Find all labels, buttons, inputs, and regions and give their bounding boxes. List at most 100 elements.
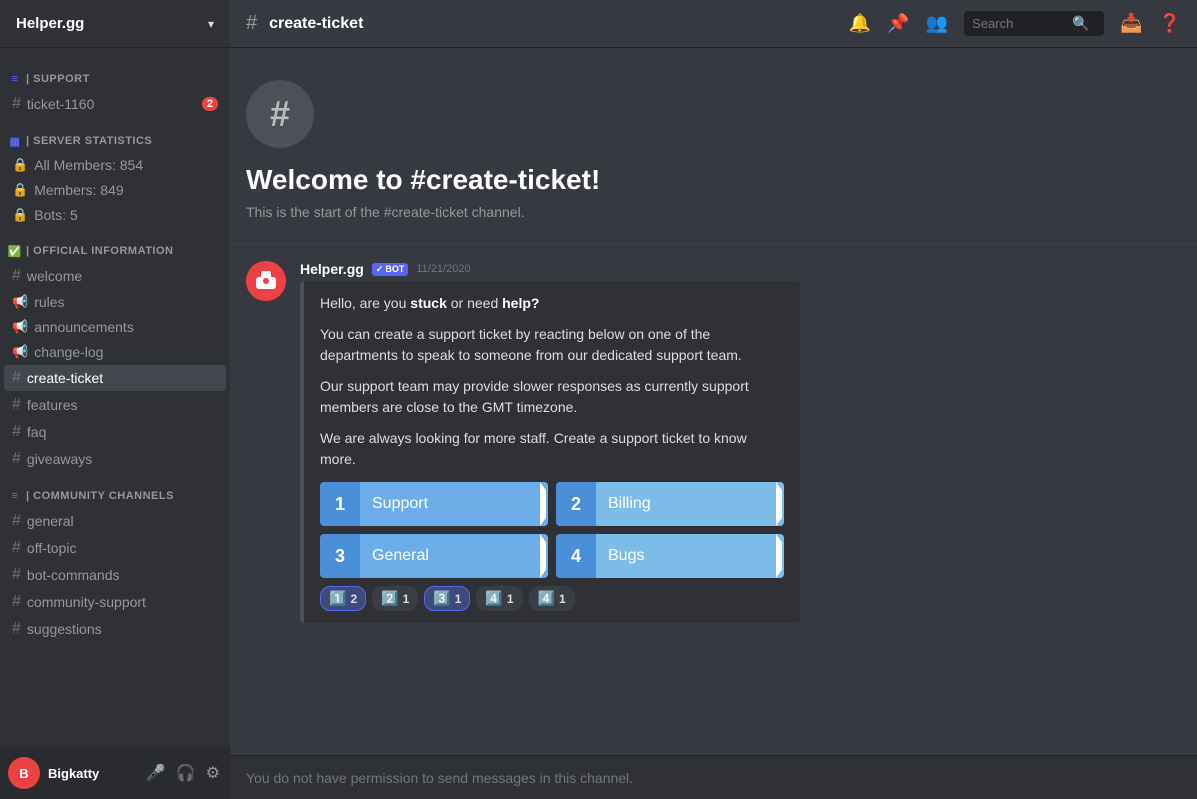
channel-create-ticket[interactable]: # create-ticket <box>4 365 226 391</box>
channel-ticket-1160[interactable]: # ticket-1160 2 <box>4 91 226 117</box>
channel-features[interactable]: # features <box>4 392 226 418</box>
embed-line2: You can create a support ticket by react… <box>320 324 784 366</box>
checkmark-icon: ✅ <box>8 244 22 258</box>
channel-community-support[interactable]: # community-support <box>4 589 226 615</box>
bell-icon[interactable]: 🔔 <box>849 13 871 34</box>
reaction-1[interactable]: 1️⃣ 2 <box>320 586 366 611</box>
category-server-statistics: ▦ | SERVER STATISTICS <box>0 118 230 152</box>
no-permission-bar: You do not have permission to send messa… <box>230 755 1197 799</box>
members-icon[interactable]: 👥 <box>926 13 948 34</box>
channel-announcements[interactable]: 📢 announcements <box>4 315 226 339</box>
channel-list: ≡ | SUPPORT # ticket-1160 2 ▦ | SERVER S… <box>0 48 230 747</box>
topbar: # create-ticket 🔔 📌 👥 🔍 📥 ❓ <box>230 0 1197 48</box>
channel-suggestions[interactable]: # suggestions <box>4 616 226 642</box>
hash-icon: # <box>12 450 21 468</box>
settings-icon[interactable]: ⚙ <box>204 761 222 785</box>
channel-bot-commands[interactable]: # bot-commands <box>4 562 226 588</box>
channel-general[interactable]: # general <box>4 508 226 534</box>
message-author: Helper.gg <box>300 261 364 277</box>
hash-icon: # <box>12 620 21 638</box>
server-header[interactable]: Helper.gg ▾ <box>0 0 230 48</box>
lock-icon: 🔒 <box>12 207 28 223</box>
support-btn-3[interactable]: 3 General <box>320 534 548 578</box>
stat-all-members: 🔒 All Members: 854 <box>4 153 226 177</box>
chevron-down-icon: ▾ <box>208 17 214 31</box>
embed-line3: Our support team may provide slower resp… <box>320 376 784 418</box>
hash-icon: # <box>12 593 21 611</box>
community-category-icon: ≡ <box>8 489 22 503</box>
hash-icon: # <box>12 396 21 414</box>
welcome-channel-icon: # <box>246 80 314 148</box>
help-icon[interactable]: ❓ <box>1159 13 1181 34</box>
search-icon: 🔍 <box>1072 15 1089 32</box>
pin-icon[interactable]: 📌 <box>887 13 909 34</box>
message-embed: Hello, are you stuck or need help? You c… <box>300 281 800 623</box>
inbox-icon[interactable]: 📥 <box>1120 13 1142 34</box>
hash-icon: # <box>12 566 21 584</box>
stats-category-icon: ▦ <box>8 134 22 148</box>
hash-icon: # <box>12 267 21 285</box>
channel-welcome-section: # Welcome to #create-ticket! This is the… <box>230 48 1197 245</box>
search-bar[interactable]: 🔍 <box>964 11 1104 36</box>
messages-list: Helper.gg ✓ BOT 11/21/2020 Hello, are yo… <box>230 245 1197 755</box>
announcement-icon: 📢 <box>12 294 28 310</box>
topbar-hash-icon: # <box>246 12 257 35</box>
support-btn-2[interactable]: 2 Billing <box>556 482 784 526</box>
category-community: ≡ | COMMUNITY CHANNELS <box>0 473 230 507</box>
support-buttons-grid: 1 Support 2 Billing <box>320 482 784 578</box>
announcement-icon: 📢 <box>12 344 28 360</box>
message-timestamp: 11/21/2020 <box>416 263 470 275</box>
reaction-5[interactable]: 4️⃣ 1 <box>529 586 575 611</box>
message-helpergg: Helper.gg ✓ BOT 11/21/2020 Hello, are yo… <box>246 261 1181 623</box>
topbar-channel-name: create-ticket <box>269 15 363 33</box>
bot-avatar <box>246 261 286 301</box>
reaction-4[interactable]: 4️⃣ 1 <box>476 586 522 611</box>
hash-icon: # <box>12 423 21 441</box>
embed-line4: We are always looking for more staff. Cr… <box>320 428 784 470</box>
support-btn-4[interactable]: 4 Bugs <box>556 534 784 578</box>
welcome-title: Welcome to #create-ticket! <box>246 164 1181 196</box>
reaction-3[interactable]: 3️⃣ 1 <box>424 586 470 611</box>
main-content: # create-ticket 🔔 📌 👥 🔍 📥 ❓ # Welcome to… <box>230 0 1197 799</box>
reactions-bar: 1️⃣ 2 2️⃣ 1 3️⃣ 1 <box>320 586 784 611</box>
no-permission-text: You do not have permission to send messa… <box>246 770 633 786</box>
category-official-info: ✅ | OFFICIAL INFORMATION <box>0 228 230 262</box>
stat-members: 🔒 Members: 849 <box>4 178 226 202</box>
welcome-desc: This is the start of the #create-ticket … <box>246 204 1181 220</box>
bot-badge: ✓ BOT <box>372 263 409 276</box>
unread-badge: 2 <box>202 97 218 111</box>
hash-icon: # <box>12 539 21 557</box>
support-btn-1[interactable]: 1 Support <box>320 482 548 526</box>
channel-giveaways[interactable]: # giveaways <box>4 446 226 472</box>
hash-icon: # <box>12 95 21 113</box>
channel-change-log[interactable]: 📢 change-log <box>4 340 226 364</box>
message-body: Helper.gg ✓ BOT 11/21/2020 Hello, are yo… <box>300 261 1181 623</box>
lock-icon: 🔒 <box>12 182 28 198</box>
channel-welcome[interactable]: # welcome <box>4 263 226 289</box>
verified-icon: ✓ <box>376 264 384 275</box>
category-support: ≡ | SUPPORT <box>0 56 230 90</box>
headphones-icon[interactable]: 🎧 <box>174 761 198 785</box>
channel-off-topic[interactable]: # off-topic <box>4 535 226 561</box>
sidebar: Helper.gg ▾ ≡ | SUPPORT # ticket-1160 2 … <box>0 0 230 799</box>
lock-icon: 🔒 <box>12 157 28 173</box>
footer-controls: 🎤 🎧 ⚙ <box>144 761 222 785</box>
message-header: Helper.gg ✓ BOT 11/21/2020 <box>300 261 1181 277</box>
support-category-icon: ≡ <box>8 72 22 86</box>
user-avatar: B <box>8 757 40 789</box>
search-input[interactable] <box>972 16 1072 31</box>
sidebar-footer: B Bigkatty 🎤 🎧 ⚙ <box>0 747 230 799</box>
topbar-icons: 🔔 📌 👥 🔍 📥 ❓ <box>849 11 1181 36</box>
channel-faq[interactable]: # faq <box>4 419 226 445</box>
stat-bots: 🔒 Bots: 5 <box>4 203 226 227</box>
reaction-2[interactable]: 2️⃣ 1 <box>372 586 418 611</box>
server-name: Helper.gg <box>16 15 84 32</box>
embed-line1: Hello, are you stuck or need help? <box>320 293 784 314</box>
channel-rules[interactable]: 📢 rules <box>4 290 226 314</box>
username-label: Bigkatty <box>48 766 144 781</box>
chat-area: # Welcome to #create-ticket! This is the… <box>230 48 1197 755</box>
hash-icon: # <box>12 369 21 387</box>
microphone-icon[interactable]: 🎤 <box>144 761 168 785</box>
hash-icon: # <box>12 512 21 530</box>
announcement-icon: 📢 <box>12 319 28 335</box>
